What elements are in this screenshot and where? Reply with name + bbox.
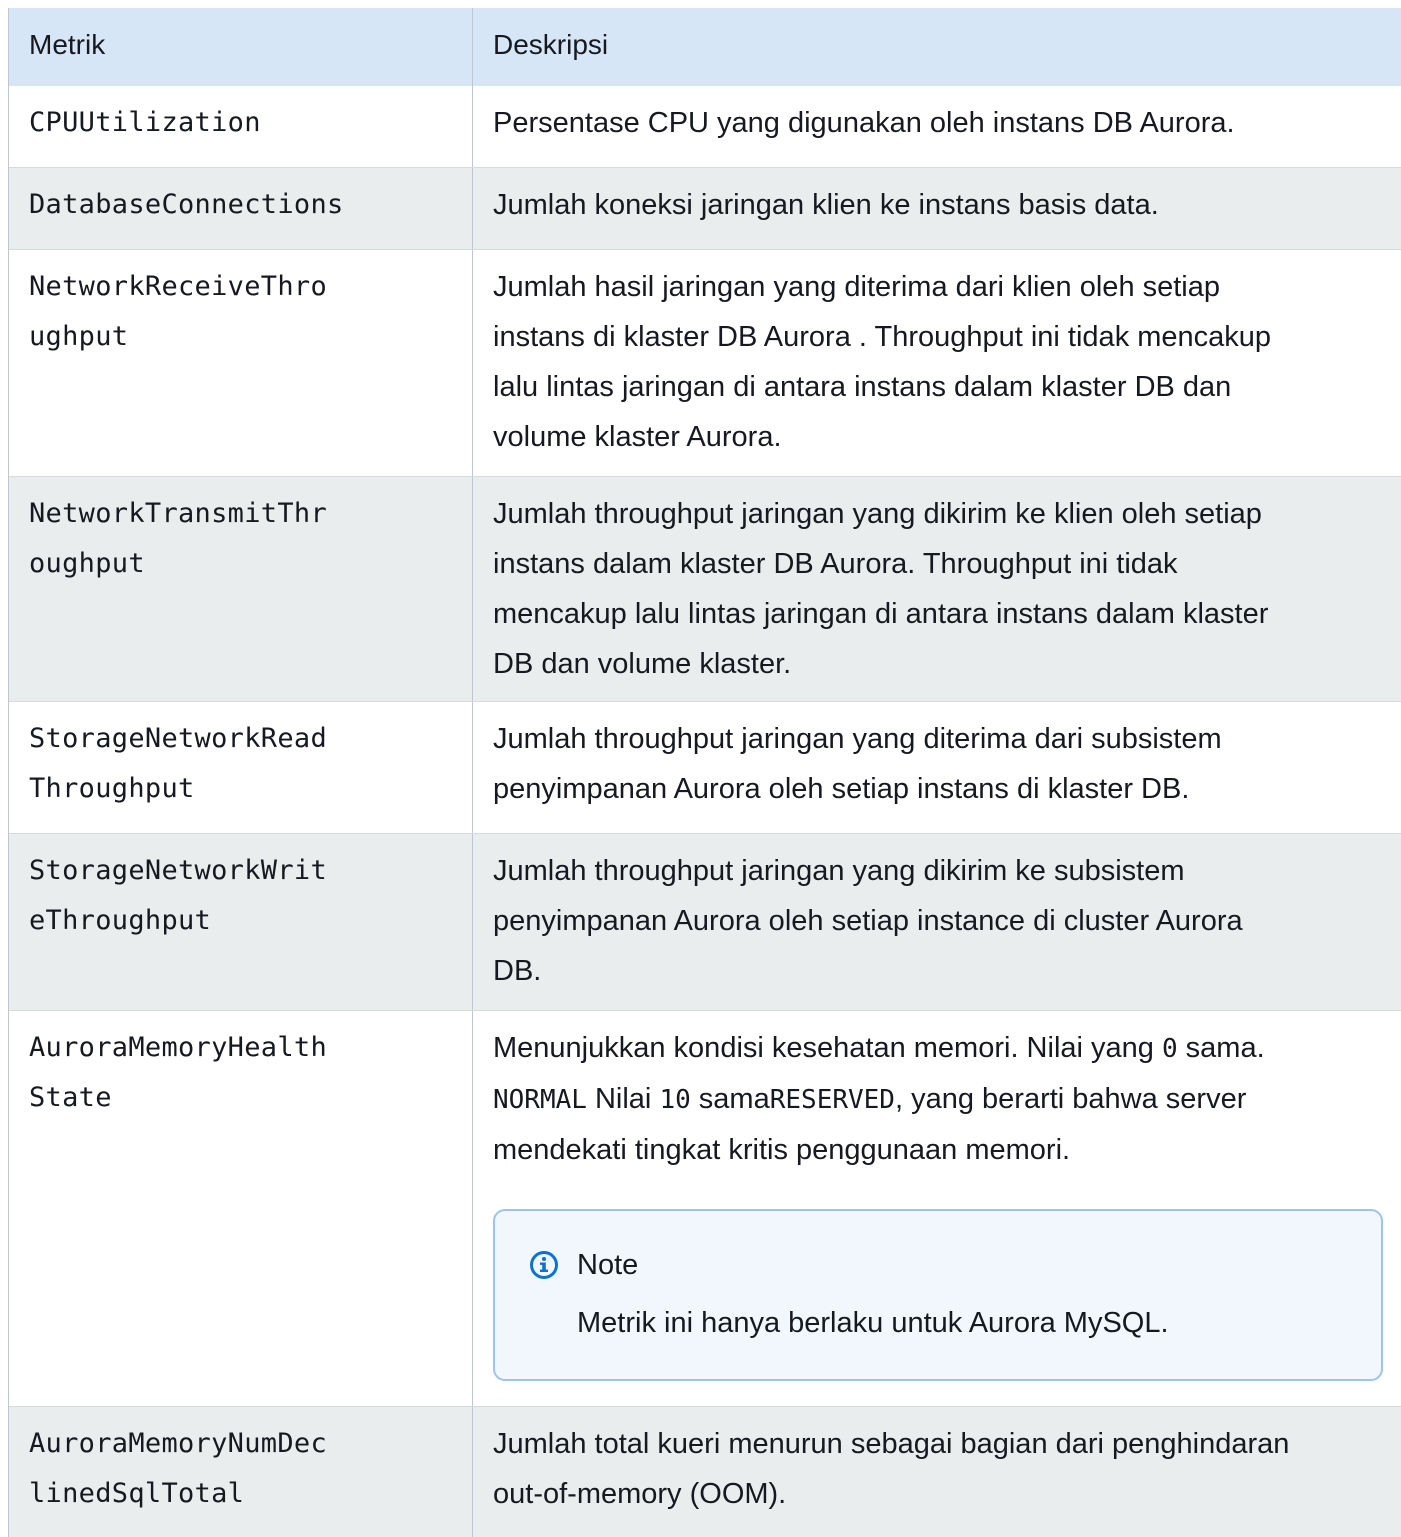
description-text: Menunjukkan kondisi kesehatan memori. Ni… [493, 1023, 1381, 1175]
metric-name-line: linedSqlTotal [29, 1478, 245, 1509]
description-cell: Jumlah hasil jaringan yang diterima dari… [473, 250, 1401, 476]
description-line: lalu lintas jaringan di antara instans d… [493, 371, 1232, 403]
table-row: NetworkReceiveThro ughput Jumlah hasil j… [9, 250, 1401, 477]
description-cell: Jumlah koneksi jaringan klien ke instans… [473, 168, 1401, 249]
description-cell: Jumlah throughput jaringan yang dikirim … [473, 477, 1401, 701]
description-fragment: Menunjukkan kondisi kesehatan memori. Ni… [493, 1032, 1162, 1064]
description-cell: Persentase CPU yang digunakan oleh insta… [473, 86, 1401, 167]
metric-cell: StorageNetworkWrit eThroughput [9, 834, 473, 1010]
table-row: StorageNetworkWrit eThroughput Jumlah th… [9, 834, 1401, 1011]
metric-name: AuroraMemoryNumDec linedSqlTotal [29, 1419, 452, 1519]
description-cell: Jumlah throughput jaringan yang dikirim … [473, 834, 1401, 1010]
description-text: Jumlah hasil jaringan yang diterima dari… [493, 262, 1381, 462]
metric-name: StorageNetworkRead Throughput [29, 714, 452, 814]
table-header-row: Metrik Deskripsi [9, 8, 1401, 86]
metric-name-line: eThroughput [29, 905, 212, 936]
table-row: StorageNetworkRead Throughput Jumlah thr… [9, 702, 1401, 834]
metric-cell: AuroraMemoryHealth State [9, 1011, 473, 1406]
metric-name-line: ughput [29, 321, 129, 352]
description-fragment: sama. [1177, 1032, 1265, 1064]
metric-cell: NetworkTransmitThr oughput [9, 477, 473, 701]
description-line: Jumlah throughput jaringan yang diterima… [493, 723, 1222, 755]
metric-cell: NetworkReceiveThro ughput [9, 250, 473, 476]
metric-name-line: NetworkTransmitThr [29, 498, 327, 529]
table-row: DatabaseConnections Jumlah koneksi jarin… [9, 168, 1401, 250]
description-line: mendekati tingkat kritis penggunaan memo… [493, 1134, 1071, 1166]
description-cell: Jumlah throughput jaringan yang diterima… [473, 702, 1401, 833]
metric-name: StorageNetworkWrit eThroughput [29, 846, 452, 946]
description-text: Jumlah throughput jaringan yang diterima… [493, 714, 1381, 814]
note-callout: Note Metrik ini hanya berlaku untuk Auro… [493, 1209, 1383, 1381]
metric-cell: CPUUtilization [9, 86, 473, 167]
metric-name-line: StorageNetworkRead [29, 723, 327, 754]
description-line: penyimpanan Aurora oleh setiap instans d… [493, 773, 1190, 805]
description-text: Jumlah total kueri menurun sebagai bagia… [493, 1419, 1381, 1519]
description-line: DB dan volume klaster. [493, 648, 792, 680]
table-row: NetworkTransmitThr oughput Jumlah throug… [9, 477, 1401, 702]
description-line: instans dalam klaster DB Aurora. Through… [493, 548, 1178, 580]
description-line: out-of-memory (OOM). [493, 1478, 787, 1510]
metric-cell: AuroraMemoryNumDec linedSqlTotal [9, 1407, 473, 1537]
description-text: Persentase CPU yang digunakan oleh insta… [493, 107, 1235, 139]
metric-name-line: State [29, 1082, 112, 1113]
metrics-table: Metrik Deskripsi CPUUtilization Persenta… [8, 8, 1401, 1537]
description-line: penyimpanan Aurora oleh setiap instance … [493, 905, 1243, 937]
inline-code: NORMAL [493, 1085, 587, 1115]
description-line: NORMAL Nilai 10 samaRESERVED, yang berar… [493, 1074, 1381, 1125]
description-line: DB. [493, 955, 542, 987]
description-fragment: , yang berarti bahwa server [894, 1083, 1247, 1115]
description-line: Menunjukkan kondisi kesehatan memori. Ni… [493, 1023, 1381, 1074]
metric-name: AuroraMemoryHealth State [29, 1023, 452, 1123]
description-fragment: Nilai [586, 1083, 660, 1115]
metric-name: CPUUtilization [29, 107, 261, 138]
description-cell: Menunjukkan kondisi kesehatan memori. Ni… [473, 1011, 1401, 1406]
table-row: AuroraMemoryNumDec linedSqlTotal Jumlah … [9, 1407, 1401, 1537]
metric-name: NetworkTransmitThr oughput [29, 489, 452, 589]
table-row: CPUUtilization Persentase CPU yang digun… [9, 86, 1401, 168]
description-fragment: sama [690, 1083, 770, 1115]
metric-cell: StorageNetworkRead Throughput [9, 702, 473, 833]
metric-name: NetworkReceiveThro ughput [29, 262, 452, 362]
inline-code: RESERVED [769, 1085, 895, 1115]
metric-name: DatabaseConnections [29, 189, 344, 220]
metric-name-line: Throughput [29, 773, 195, 804]
info-icon [529, 1250, 559, 1280]
metric-name-line: NetworkReceiveThro [29, 271, 327, 302]
description-line: instans di klaster DB Aurora . Throughpu… [493, 321, 1272, 353]
note-body: Metrik ini hanya berlaku untuk Aurora My… [577, 1307, 1169, 1339]
table-row: AuroraMemoryHealth State Menunjukkan kon… [9, 1011, 1401, 1407]
description-line: volume klaster Aurora. [493, 421, 782, 453]
metric-name-line: AuroraMemoryHealth [29, 1032, 327, 1063]
inline-code: 0 [1161, 1034, 1178, 1064]
header-metric: Metrik [9, 8, 473, 86]
description-line: mencakup lalu lintas jaringan di antara … [493, 598, 1269, 630]
metric-name-line: StorageNetworkWrit [29, 855, 327, 886]
inline-code: 10 [659, 1085, 691, 1115]
description-text: Jumlah koneksi jaringan klien ke instans… [493, 189, 1159, 221]
description-line: Jumlah total kueri menurun sebagai bagia… [493, 1428, 1290, 1460]
description-text: Jumlah throughput jaringan yang dikirim … [493, 489, 1381, 689]
note-title: Note [577, 1249, 639, 1281]
metric-cell: DatabaseConnections [9, 168, 473, 249]
description-line: Jumlah hasil jaringan yang diterima dari… [493, 271, 1221, 303]
description-cell: Jumlah total kueri menurun sebagai bagia… [473, 1407, 1401, 1537]
metric-name-line: oughput [29, 548, 145, 579]
description-line: Jumlah throughput jaringan yang dikirim … [493, 855, 1185, 887]
metric-name-line: AuroraMemoryNumDec [29, 1428, 327, 1459]
note-header: Note [529, 1245, 1381, 1285]
description-line: Jumlah throughput jaringan yang dikirim … [493, 498, 1262, 530]
header-description: Deskripsi [493, 29, 609, 60]
description-text: Jumlah throughput jaringan yang dikirim … [493, 846, 1381, 996]
